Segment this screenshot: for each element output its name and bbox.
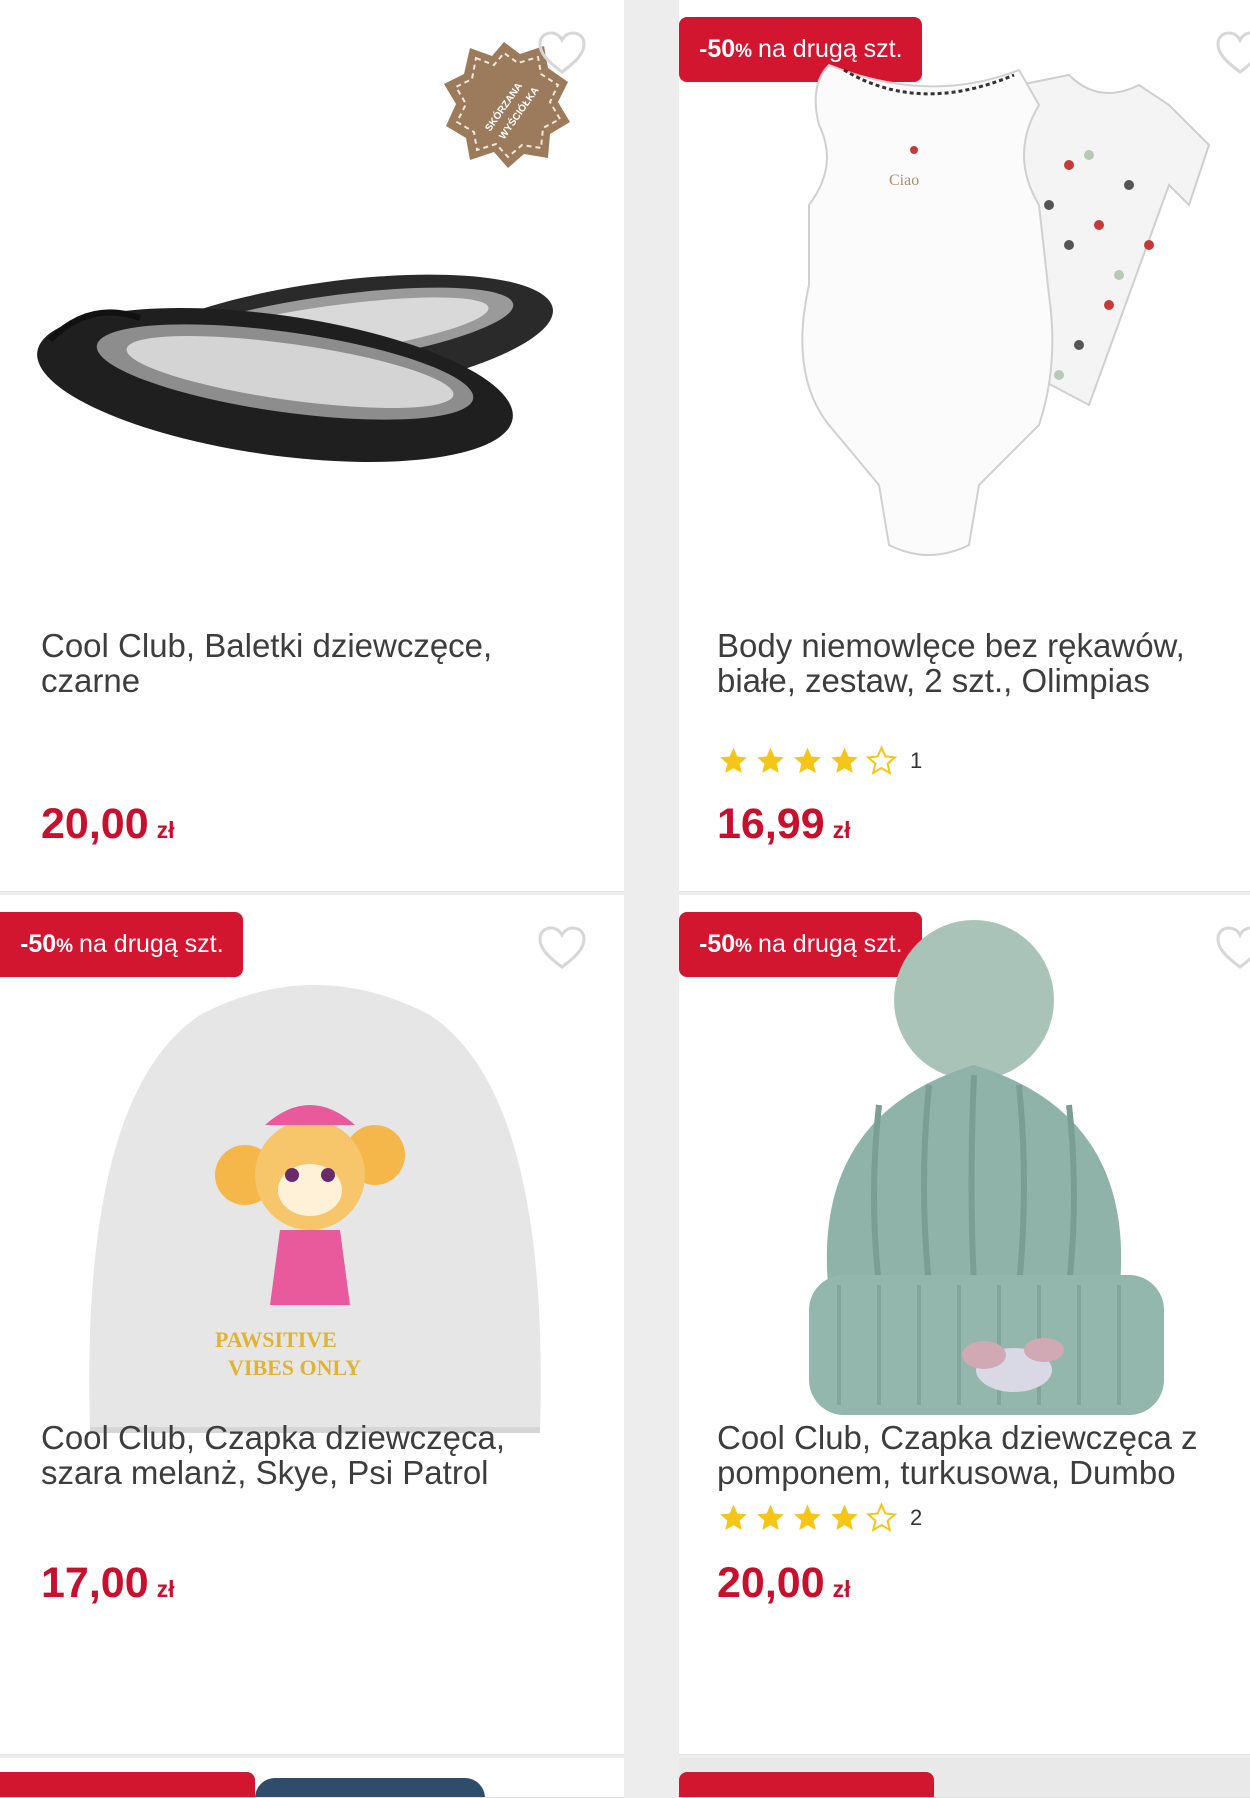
star-empty-icon (865, 745, 898, 776)
product-card[interactable]: SKÓRZANA WYŚCIÓŁKA Cool Club, Baletki dz… (0, 0, 624, 892)
product-card[interactable]: -50% na drugą szt. Cool Club, Czapka dzie… (679, 895, 1250, 1755)
rating-count: 2 (910, 1505, 923, 1530)
price-value: 17,00 (41, 1559, 149, 1607)
price-value: 16,99 (717, 800, 825, 848)
product-price: 16,99 zł (717, 800, 851, 849)
rating: 1 (717, 745, 922, 777)
product-card-partial[interactable] (0, 1758, 624, 1798)
product-image-partial (255, 1778, 485, 1797)
product-title[interactable]: Cool Club, Czapka dziewczęca z pomponem,… (717, 1420, 1237, 1490)
product-title[interactable]: Body niemowlęce bez rękawów, białe, zest… (717, 628, 1237, 698)
product-title[interactable]: Cool Club, Baletki dziewczęce, czarne (41, 628, 581, 698)
heart-icon[interactable] (537, 925, 587, 971)
star-filled-icon (757, 1504, 784, 1530)
rating: 2 (717, 1502, 922, 1534)
product-title[interactable]: Cool Club, Czapka dziewczęca, szara mela… (41, 1420, 581, 1490)
promo-badge-partial (679, 1772, 934, 1797)
product-image[interactable] (30, 200, 570, 500)
product-image[interactable]: PAWSITIVE VIBES ONLY (80, 975, 550, 1435)
promo-text: na drugą szt. (79, 930, 224, 958)
star-empty-icon (865, 1502, 898, 1533)
star-filled-icon (757, 747, 784, 773)
heart-icon[interactable] (537, 30, 587, 76)
product-grid: SKÓRZANA WYŚCIÓŁKA Cool Club, Baletki dz… (0, 0, 1250, 1798)
product-price: 20,00 zł (717, 1559, 851, 1608)
promo-percent-sign: % (735, 936, 753, 957)
price-currency: zł (156, 1576, 175, 1602)
svg-text:VIBES ONLY: VIBES ONLY (228, 1355, 361, 1380)
product-card[interactable]: -50% na drugą szt. PAWSITIVE VIBES ONLY C… (0, 895, 624, 1755)
star-filled-icon (720, 1504, 747, 1530)
svg-text:Ciao: Ciao (889, 172, 919, 189)
price-currency: zł (832, 817, 851, 843)
promo-percent-sign: % (735, 41, 753, 62)
product-card[interactable]: -50% na drugą szt. Ciao Body niemowlęce b… (679, 0, 1250, 892)
svg-text:PAWSITIVE: PAWSITIVE (215, 1327, 337, 1352)
star-filled-icon (720, 747, 747, 773)
promo-percent: -50 (699, 930, 736, 958)
promo-percent: -50 (699, 35, 736, 63)
product-image[interactable] (799, 915, 1179, 1435)
price-value: 20,00 (717, 1559, 825, 1607)
star-filled-icon (831, 747, 858, 773)
rating-count: 1 (910, 748, 923, 773)
promo-percent: -50 (20, 930, 57, 958)
product-price: 17,00 zł (41, 1559, 175, 1608)
price-currency: zł (156, 817, 175, 843)
star-filled-icon (794, 747, 821, 773)
price-currency: zł (832, 1576, 851, 1602)
promo-badge: -50% na drugą szt. (0, 912, 243, 977)
price-value: 20,00 (41, 800, 149, 848)
star-filled-icon (831, 1504, 858, 1530)
promo-percent-sign: % (56, 936, 74, 957)
product-image[interactable]: Ciao (769, 45, 1229, 590)
star-filled-icon (794, 1504, 821, 1530)
heart-icon[interactable] (1215, 925, 1250, 971)
product-price: 20,00 zł (41, 800, 175, 849)
product-card-partial[interactable] (679, 1758, 1250, 1798)
promo-badge-partial (0, 1772, 255, 1797)
